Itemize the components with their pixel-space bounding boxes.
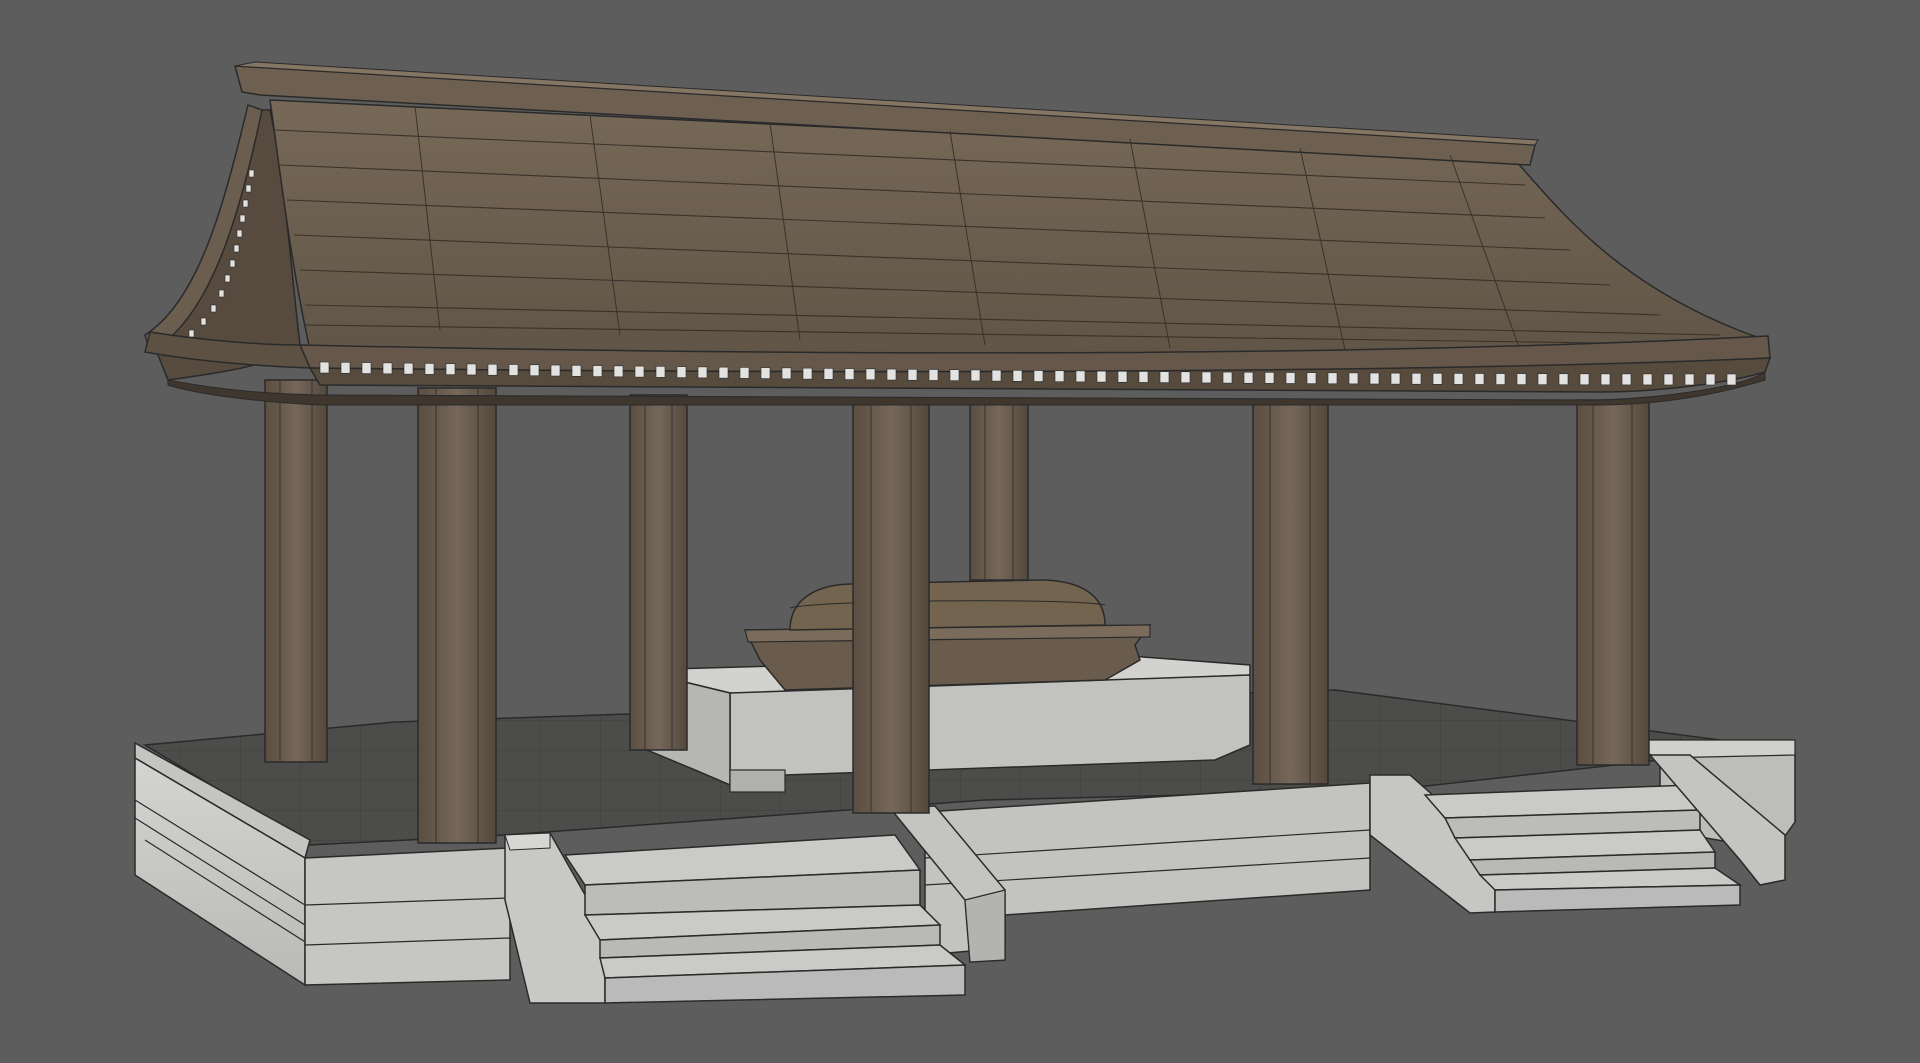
pillar-right-corner	[1576, 399, 1650, 766]
pillar-back-2	[969, 399, 1029, 581]
eave-dentil	[1285, 372, 1296, 384]
eave-dentil	[487, 363, 498, 376]
eave-dentil	[1243, 371, 1254, 384]
eave-dentil	[949, 369, 960, 382]
eave-dentil	[718, 366, 729, 379]
eave-dentil	[1684, 373, 1695, 386]
eave-dentil	[445, 363, 456, 375]
eave-dentil	[991, 369, 1002, 382]
eave-dentil	[1474, 373, 1485, 385]
eave-dentil	[1117, 370, 1128, 383]
eave-dentil	[550, 364, 561, 377]
eave-dentil	[844, 368, 855, 380]
eave-dentil	[1516, 373, 1527, 385]
eave-dentil	[1096, 370, 1107, 383]
eave-dentil	[1222, 371, 1233, 384]
eave-dentil	[928, 369, 939, 381]
eave-dentil	[1558, 373, 1569, 386]
pillar-left-corner	[264, 379, 328, 763]
eave-dentil	[529, 364, 540, 377]
altar	[634, 579, 1251, 793]
eave-dentil	[1705, 373, 1716, 386]
eave-dentil	[1495, 373, 1506, 385]
pillar-front-1	[417, 387, 497, 844]
eave-dentil	[697, 366, 708, 379]
eave-dentil	[1033, 370, 1044, 382]
eave-dentil	[676, 366, 687, 378]
pillar-back-1	[629, 394, 688, 751]
render-viewport	[0, 0, 1920, 1063]
platform-front-left	[304, 847, 511, 986]
pillar-front-3	[1252, 401, 1329, 785]
eave-dentil	[1390, 372, 1401, 385]
eave-dentil	[802, 367, 813, 380]
eave-dentil	[1537, 373, 1548, 386]
eave-dentil	[1201, 371, 1212, 384]
eave-dentil	[592, 365, 603, 377]
eave-dentil	[1180, 371, 1191, 384]
eave-dentil	[361, 362, 372, 374]
eave-dentil	[1621, 373, 1632, 386]
eave-dentil	[634, 365, 645, 378]
eave-dentil	[1159, 371, 1170, 383]
eave-dentil	[865, 368, 876, 381]
eave-dentil	[508, 364, 519, 376]
eave-dentil	[781, 367, 792, 380]
eave-dentil	[1138, 371, 1149, 383]
eave-dentil	[340, 361, 351, 374]
eave-dentil	[1348, 372, 1359, 385]
eave-dentil	[1075, 370, 1086, 383]
eave-dentil	[1663, 373, 1674, 386]
eave-dentil	[760, 367, 771, 379]
eave-dentil	[382, 362, 393, 375]
altar-chest-lid	[789, 579, 1106, 631]
eave-dentil	[970, 369, 981, 382]
pavilion-scene	[134, 61, 1796, 1004]
eave-dentil	[424, 363, 435, 375]
eave-dentil	[1579, 373, 1590, 386]
eave-dentil	[886, 368, 897, 381]
pillar-front-2	[852, 397, 930, 814]
eave-dentil	[403, 362, 414, 375]
eave-dentil	[739, 367, 750, 379]
eave-dentil	[1264, 372, 1275, 384]
eave-dentil	[1306, 372, 1317, 384]
eave-dentil	[1327, 372, 1338, 385]
eave-dentil	[1054, 370, 1065, 383]
eave-dentil	[1012, 370, 1023, 382]
eave-dentil	[613, 365, 624, 378]
eave-dentil	[907, 368, 918, 381]
eave-dentil	[1642, 373, 1653, 386]
eave-dentil	[1600, 373, 1611, 386]
eave-dentil	[1369, 372, 1380, 385]
eave-dentil	[655, 366, 666, 378]
roof	[144, 61, 1772, 406]
eave-dentil	[571, 365, 582, 377]
eave-dentil	[1453, 373, 1464, 385]
eave-dentil	[1726, 373, 1737, 386]
eave-dentil	[823, 368, 834, 380]
eave-dentil	[1411, 372, 1422, 385]
eave-dentil	[466, 363, 477, 376]
eave-dentil	[1432, 373, 1443, 385]
eave-dentil	[319, 361, 330, 374]
